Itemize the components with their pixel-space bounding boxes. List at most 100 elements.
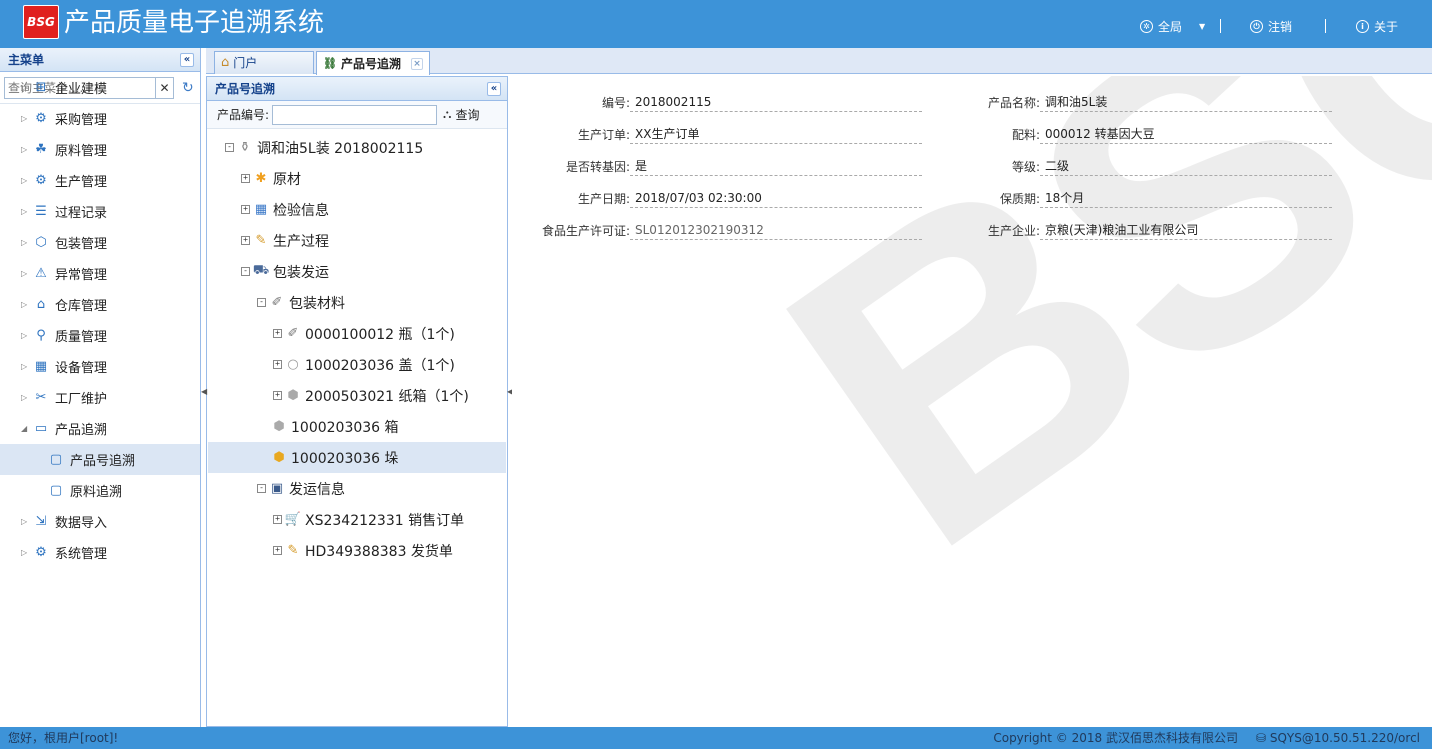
detail-field-row: 产品名称: 调和油5L装: [922, 91, 1332, 113]
expand-node-icon[interactable]: +: [273, 546, 282, 555]
device-icon: ▦: [34, 359, 48, 374]
header-divider: [1220, 19, 1221, 33]
expand-node-icon[interactable]: +: [273, 360, 282, 369]
tree-node[interactable]: - ✐ 包装材料: [257, 287, 345, 318]
collapse-left-button[interactable]: «: [180, 53, 194, 67]
collapsed-arrow-icon[interactable]: ▷: [21, 331, 31, 340]
menu-item[interactable]: ▷ ▦ 设备管理: [0, 351, 200, 382]
database-icon: ⛁: [1255, 731, 1270, 745]
menu-item[interactable]: ▷ ⊞ 企业建模: [0, 72, 200, 103]
collapsed-arrow-icon[interactable]: ▷: [21, 548, 31, 557]
menu-item[interactable]: ▷ ⚙ 采购管理: [0, 103, 200, 134]
tree-node[interactable]: + ✱ 原材: [241, 163, 301, 194]
tree-node[interactable]: - ⛟ 包装发运: [241, 256, 329, 287]
tree-node[interactable]: + ✎ HD349388383 发货单: [273, 535, 453, 566]
menu-item-label: 产品号追溯: [70, 454, 136, 469]
copyright-text: Copyright © 2018 武汉佰思杰科技有限公司: [993, 731, 1238, 745]
logout-button[interactable]: ⏻ 注销: [1250, 18, 1292, 35]
menu-subitem[interactable]: ▢ 原料追溯: [0, 475, 200, 506]
menu-item[interactable]: ◢ ▭ 产品追溯: [0, 413, 200, 444]
menu-item[interactable]: ▷ ⚙ 生产管理: [0, 165, 200, 196]
product-no-label: 产品编号:: [217, 108, 270, 122]
tree-node[interactable]: + ⬢ 2000503021 纸箱（1个): [273, 380, 469, 411]
tree-node-label: 包装发运: [273, 264, 329, 281]
collapsed-arrow-icon[interactable]: ▷: [21, 207, 31, 216]
query-button[interactable]: ⛬ 查询: [443, 106, 479, 123]
menu-item[interactable]: ▷ ✂ 工厂维护: [0, 382, 200, 413]
collapse-node-icon[interactable]: -: [257, 298, 266, 307]
tree-node-label: 发运信息: [289, 481, 345, 498]
field-label: 是否转基因:: [565, 159, 630, 174]
collapsed-arrow-icon[interactable]: ▷: [21, 145, 31, 154]
expanded-arrow-icon[interactable]: ◢: [21, 424, 31, 433]
product-no-search-row: 产品编号: ⛬ 查询: [207, 101, 507, 129]
expand-node-icon[interactable]: +: [241, 174, 250, 183]
expand-node-icon[interactable]: +: [273, 515, 282, 524]
menu-subitem[interactable]: ▢ 产品号追溯: [0, 444, 200, 475]
expand-node-icon[interactable]: +: [241, 236, 250, 245]
global-menu[interactable]: ✲ 全局 ▼: [1140, 18, 1205, 35]
collapsed-arrow-icon[interactable]: ▷: [21, 393, 31, 402]
tree-node-label: 1000203036 盖（1个): [305, 357, 455, 374]
collapse-node-icon[interactable]: -: [257, 484, 266, 493]
menu-item[interactable]: ▷ ☘ 原料管理: [0, 134, 200, 165]
close-tab-icon[interactable]: ×: [410, 57, 423, 70]
collapse-node-icon[interactable]: -: [241, 267, 250, 276]
detail-field-row: 生产企业: 京粮(天津)粮油工业有限公司: [922, 219, 1332, 241]
collapsed-arrow-icon[interactable]: ▷: [21, 362, 31, 371]
collapse-node-icon[interactable]: -: [225, 143, 234, 152]
expand-node-icon[interactable]: +: [241, 205, 250, 214]
field-label: 配料:: [1011, 127, 1040, 142]
collapsed-arrow-icon[interactable]: ▷: [21, 114, 31, 123]
plus-square-icon: ⊞: [35, 80, 47, 95]
menu-item[interactable]: ▷ ⌂ 仓库管理: [0, 289, 200, 320]
tree-node[interactable]: - ⚱ 调和油5L装 2018002115: [225, 132, 423, 163]
menu-item[interactable]: ▷ ⇲ 数据导入: [0, 506, 200, 537]
collapsed-arrow-icon[interactable]: ▷: [21, 517, 31, 526]
detail-field-row: 配料: 000012 转基因大豆: [922, 123, 1332, 145]
menu-item-label: 仓库管理: [55, 299, 108, 314]
collapsed-arrow-icon[interactable]: ▷: [21, 300, 31, 309]
left-splitter[interactable]: ◀: [201, 380, 207, 404]
tree-node[interactable]: + ▦ 检验信息: [241, 194, 329, 225]
menu-item-label: 过程记录: [55, 206, 108, 221]
collapsed-arrow-icon[interactable]: ▷: [21, 176, 31, 185]
tree-node[interactable]: ⬢ 1000203036 箱: [271, 411, 398, 442]
window-icon: ▢: [49, 483, 63, 498]
expand-node-icon[interactable]: +: [273, 391, 282, 400]
product-no-input[interactable]: [272, 104, 438, 125]
edit-icon: ✎: [255, 233, 267, 248]
user-greeting: 您好，根用户[root]!: [8, 731, 119, 745]
collapsed-arrow-icon[interactable]: ▷: [21, 83, 31, 92]
footer-right: Copyright © 2018 武汉佰思杰科技有限公司 ⛁ SQYS@10.5…: [993, 727, 1420, 749]
collapsed-arrow-icon[interactable]: ▷: [21, 269, 31, 278]
tree-node[interactable]: - ▣ 发运信息: [257, 473, 345, 504]
tree-node[interactable]: + ✐ 0000100012 瓶（1个): [273, 318, 455, 349]
db-info: ⛁ SQYS@10.50.51.220/orcl: [1256, 727, 1420, 749]
tree-node[interactable]: + 🛒 XS234212331 销售订单: [273, 504, 464, 535]
menu-item[interactable]: ▷ ⬡ 包装管理: [0, 227, 200, 258]
collapse-trace-button[interactable]: «: [487, 82, 501, 96]
menu-item[interactable]: ▷ ⚲ 质量管理: [0, 320, 200, 351]
global-label: 全局: [1158, 20, 1183, 34]
menu-item[interactable]: ▷ ⚠ 异常管理: [0, 258, 200, 289]
tree-node[interactable]: + ✎ 生产过程: [241, 225, 329, 256]
tab-portal[interactable]: ⌂ 门户: [214, 51, 314, 74]
bottle-icon: ⚱: [239, 140, 251, 155]
dropdown-icon[interactable]: ▼: [1199, 22, 1205, 31]
about-button[interactable]: i 关于: [1356, 18, 1398, 35]
field-value: 调和油5L装: [1040, 92, 1332, 112]
trace-panel-header: 产品号追溯 «: [207, 77, 507, 101]
menu-item[interactable]: ▷ ⚙ 系统管理: [0, 537, 200, 568]
table-icon: ▦: [254, 202, 268, 217]
home-icon: ⌂: [221, 55, 230, 70]
tab-product-trace[interactable]: ⛓ 产品号追溯 ×: [316, 51, 430, 75]
users-icon: ☘: [35, 142, 47, 157]
menu-item[interactable]: ▷ ☰ 过程记录: [0, 196, 200, 227]
collapsed-arrow-icon[interactable]: ▷: [21, 238, 31, 247]
tree-node[interactable]: + ○ 1000203036 盖（1个): [273, 349, 455, 380]
cube-icon: ⬢: [273, 450, 285, 465]
tree-node[interactable]: ⬢ 1000203036 垛: [208, 442, 506, 473]
expand-node-icon[interactable]: +: [273, 329, 282, 338]
main-menu-panel: 主菜单 « ✕ ↻ ▷⊞企业建模▷⚙采购管理▷☘原料管理▷⚙生产管理▷☰过程记录…: [0, 48, 201, 727]
